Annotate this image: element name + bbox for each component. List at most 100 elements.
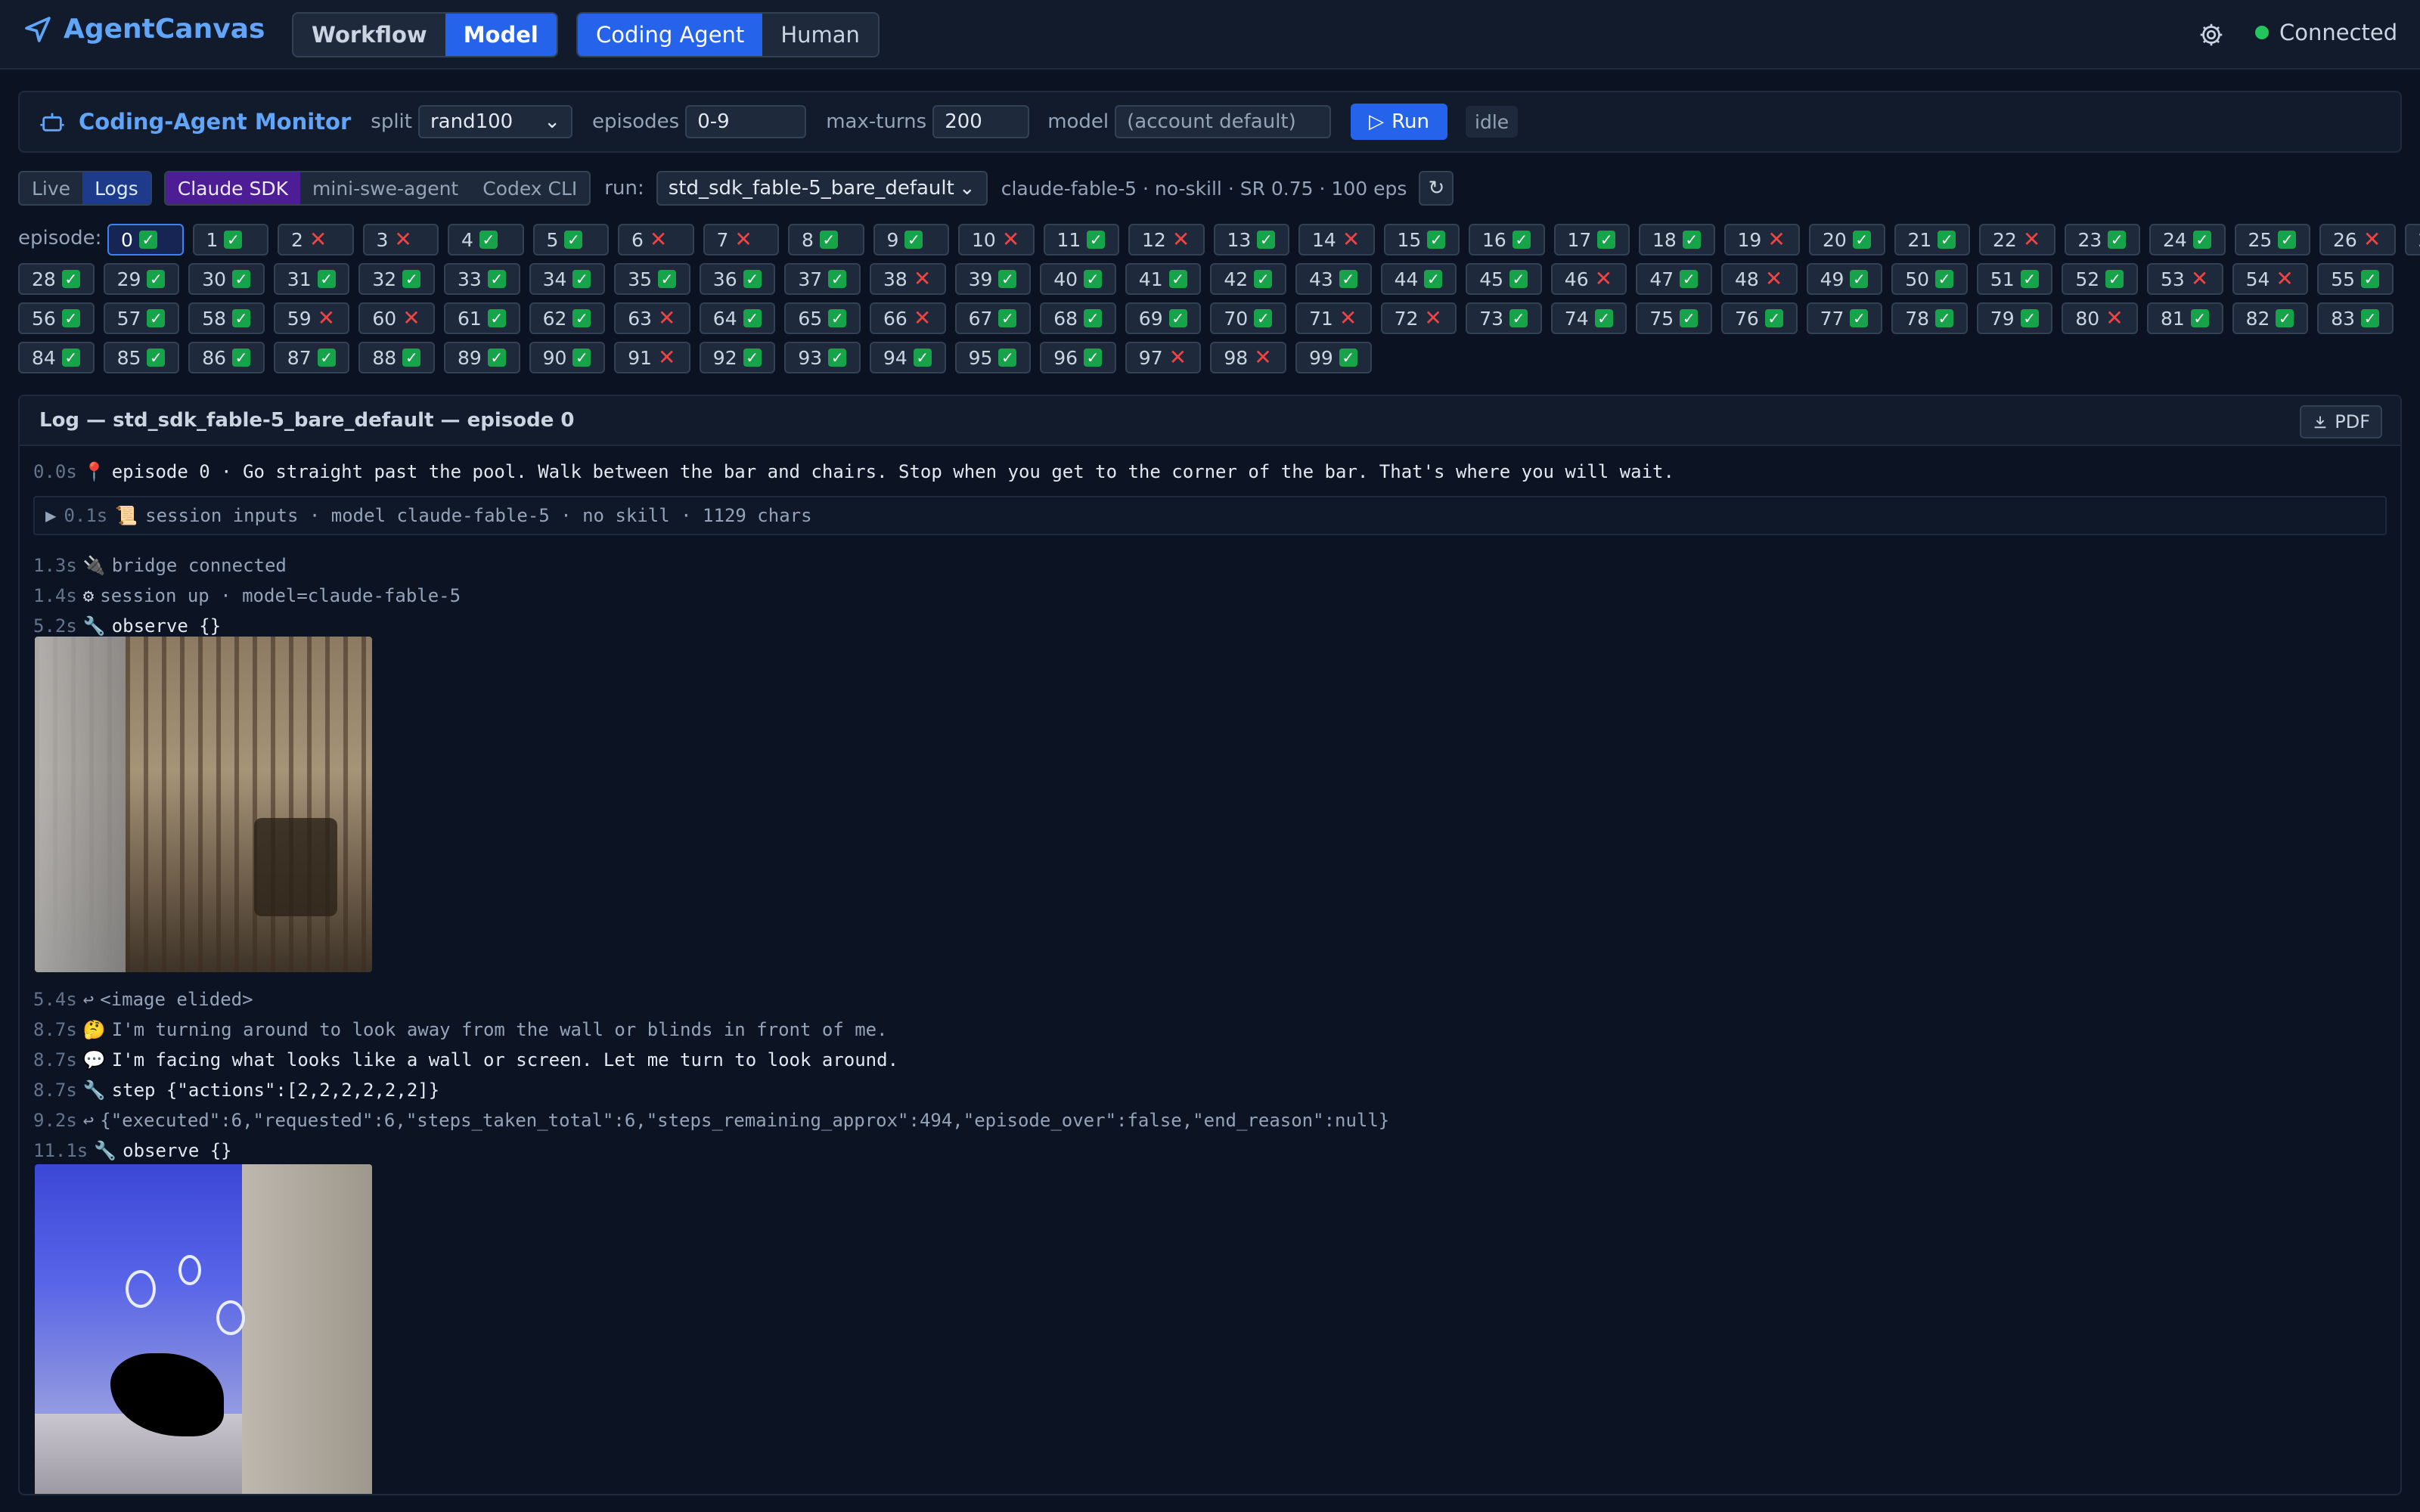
episode-button[interactable]: 83 ✓ bbox=[2317, 302, 2394, 334]
episode-button[interactable]: 98 ✕ bbox=[1210, 342, 1286, 373]
episode-button[interactable]: 21 ✓ bbox=[1894, 224, 1970, 256]
episode-button[interactable]: 86 ✓ bbox=[188, 342, 265, 373]
episode-button[interactable]: 37 ✓ bbox=[784, 263, 861, 295]
episode-button[interactable]: 25 ✓ bbox=[2234, 224, 2310, 256]
episode-button[interactable]: 26 ✕ bbox=[2319, 224, 2396, 256]
episode-button[interactable]: 51 ✓ bbox=[1976, 263, 2053, 295]
episode-button[interactable]: 60 ✕ bbox=[358, 302, 435, 334]
episode-button[interactable]: 71 ✕ bbox=[1295, 302, 1372, 334]
run-button[interactable]: ▷ Run bbox=[1351, 104, 1448, 140]
episode-button[interactable]: 4 ✓ bbox=[448, 224, 524, 256]
tab-human[interactable]: Human bbox=[762, 14, 878, 56]
episode-button[interactable]: 44 ✓ bbox=[1380, 263, 1457, 295]
episode-button[interactable]: 67 ✓ bbox=[954, 302, 1032, 334]
episode-button[interactable]: 52 ✓ bbox=[2062, 263, 2138, 295]
tab-codex-cli[interactable]: Codex CLI bbox=[470, 172, 589, 204]
episode-button[interactable]: 7 ✕ bbox=[703, 224, 779, 256]
episode-button[interactable]: 12 ✕ bbox=[1128, 224, 1205, 256]
episode-button[interactable]: 75 ✓ bbox=[1636, 302, 1712, 334]
run-select[interactable]: std_sdk_fable-5_bare_default ⌄ bbox=[656, 171, 988, 206]
episode-button[interactable]: 93 ✓ bbox=[784, 342, 861, 373]
episode-button[interactable]: 66 ✕ bbox=[870, 302, 946, 334]
episode-button[interactable]: 29 ✓ bbox=[103, 263, 180, 295]
tab-mini-swe-agent[interactable]: mini-swe-agent bbox=[300, 172, 470, 204]
episode-button[interactable]: 77 ✓ bbox=[1806, 302, 1883, 334]
episode-button[interactable]: 80 ✕ bbox=[2062, 302, 2138, 334]
gear-icon[interactable] bbox=[2198, 21, 2225, 48]
episode-button[interactable]: 61 ✓ bbox=[444, 302, 520, 334]
tab-logs[interactable]: Logs bbox=[82, 172, 150, 204]
episode-button[interactable]: 18 ✓ bbox=[1639, 224, 1715, 256]
episode-button[interactable]: 59 ✕ bbox=[273, 302, 350, 334]
episode-button[interactable]: 84 ✓ bbox=[18, 342, 95, 373]
tab-claude-sdk[interactable]: Claude SDK bbox=[165, 172, 301, 204]
episode-button[interactable]: 54 ✕ bbox=[2232, 263, 2309, 295]
episode-button[interactable]: 70 ✓ bbox=[1210, 302, 1286, 334]
refresh-button[interactable]: ↻ bbox=[1419, 171, 1454, 206]
split-select[interactable]: rand100 ⌄ bbox=[417, 105, 572, 138]
episode-button[interactable]: 32 ✓ bbox=[358, 263, 435, 295]
episode-button[interactable]: 40 ✓ bbox=[1040, 263, 1116, 295]
episode-button[interactable]: 99 ✓ bbox=[1295, 342, 1372, 373]
episode-button[interactable]: 53 ✕ bbox=[2147, 263, 2223, 295]
tab-model[interactable]: Model bbox=[445, 14, 557, 56]
episode-button[interactable]: 17 ✓ bbox=[1553, 224, 1630, 256]
episode-button[interactable]: 35 ✓ bbox=[614, 263, 690, 295]
episode-button[interactable]: 96 ✓ bbox=[1040, 342, 1116, 373]
episode-button[interactable]: 73 ✓ bbox=[1466, 302, 1542, 334]
episode-button[interactable]: 46 ✕ bbox=[1550, 263, 1627, 295]
episode-button[interactable]: 58 ✓ bbox=[188, 302, 265, 334]
episode-button[interactable]: 82 ✓ bbox=[2232, 302, 2309, 334]
model-input[interactable]: (account default) bbox=[1115, 105, 1332, 138]
app-logo[interactable]: AgentCanvas bbox=[23, 14, 265, 45]
episode-button[interactable]: 69 ✓ bbox=[1125, 302, 1202, 334]
episode-button[interactable]: 14 ✕ bbox=[1298, 224, 1375, 256]
tab-live[interactable]: Live bbox=[20, 172, 82, 204]
episode-button[interactable]: 38 ✕ bbox=[870, 263, 946, 295]
pdf-button[interactable]: PDF bbox=[2300, 405, 2382, 438]
episode-button[interactable]: 36 ✓ bbox=[699, 263, 776, 295]
episode-button[interactable]: 89 ✓ bbox=[444, 342, 520, 373]
episode-button[interactable]: 78 ✓ bbox=[1891, 302, 1968, 334]
episode-button[interactable]: 30 ✓ bbox=[188, 263, 265, 295]
episode-button[interactable]: 47 ✓ bbox=[1636, 263, 1712, 295]
episode-button[interactable]: 92 ✓ bbox=[699, 342, 776, 373]
episode-button[interactable]: 62 ✓ bbox=[529, 302, 606, 334]
episode-button[interactable]: 56 ✓ bbox=[18, 302, 95, 334]
episode-button[interactable]: 76 ✓ bbox=[1721, 302, 1798, 334]
episode-button[interactable]: 31 ✓ bbox=[273, 263, 350, 295]
episode-button[interactable]: 41 ✓ bbox=[1125, 263, 1202, 295]
episode-button[interactable]: 79 ✓ bbox=[1976, 302, 2053, 334]
episode-button[interactable]: 24 ✓ bbox=[2149, 224, 2226, 256]
episode-button[interactable]: 55 ✓ bbox=[2317, 263, 2394, 295]
episode-button[interactable]: 63 ✕ bbox=[614, 302, 690, 334]
episode-button[interactable]: 15 ✓ bbox=[1383, 224, 1460, 256]
episode-button[interactable]: 68 ✓ bbox=[1040, 302, 1116, 334]
episode-button[interactable]: 48 ✕ bbox=[1721, 263, 1798, 295]
episode-button[interactable]: 28 ✓ bbox=[18, 263, 95, 295]
tab-workflow[interactable]: Workflow bbox=[293, 14, 445, 56]
episode-button[interactable]: 39 ✓ bbox=[954, 263, 1032, 295]
episode-button[interactable]: 72 ✕ bbox=[1380, 302, 1457, 334]
episode-button[interactable]: 64 ✓ bbox=[699, 302, 776, 334]
episode-button[interactable]: 49 ✓ bbox=[1806, 263, 1883, 295]
episode-button[interactable]: 20 ✓ bbox=[1809, 224, 1885, 256]
episode-button[interactable]: 5 ✓ bbox=[532, 224, 609, 256]
episode-button[interactable]: 57 ✓ bbox=[103, 302, 180, 334]
episode-button[interactable]: 22 ✕ bbox=[1979, 224, 2055, 256]
episode-button[interactable]: 74 ✓ bbox=[1550, 302, 1627, 334]
episode-button[interactable]: 6 ✕ bbox=[618, 224, 694, 256]
episode-button[interactable]: 0 ✓ bbox=[107, 224, 184, 256]
episode-button[interactable]: 87 ✓ bbox=[273, 342, 350, 373]
session-inputs-toggle[interactable]: ▶ 0.1s 📜 session inputs · model claude-f… bbox=[33, 496, 2387, 535]
episode-button[interactable]: 8 ✓ bbox=[788, 224, 864, 256]
episode-button[interactable]: 65 ✓ bbox=[784, 302, 861, 334]
episode-button[interactable]: 27✓ bbox=[2404, 224, 2420, 256]
episode-button[interactable]: 90 ✓ bbox=[529, 342, 606, 373]
episodes-input[interactable]: 0-9 bbox=[685, 105, 807, 138]
episode-button[interactable]: 45 ✓ bbox=[1466, 263, 1542, 295]
episode-button[interactable]: 1 ✓ bbox=[192, 224, 268, 256]
episode-button[interactable]: 42 ✓ bbox=[1210, 263, 1286, 295]
episode-button[interactable]: 85 ✓ bbox=[103, 342, 180, 373]
episode-button[interactable]: 9 ✓ bbox=[873, 224, 949, 256]
